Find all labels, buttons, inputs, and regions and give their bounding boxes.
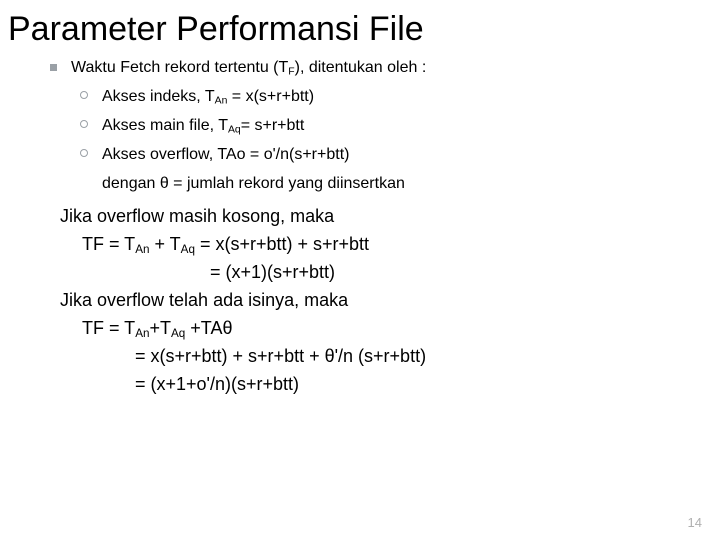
text-line: Jika overflow telah ada isinya, maka: [60, 287, 680, 315]
circle-bullet-icon: [80, 120, 88, 128]
text-span: + T: [149, 234, 180, 254]
text-span: = x(s+r+btt): [227, 88, 314, 105]
text-span: Akses indeks, T: [102, 88, 215, 105]
content-block-2: Jika overflow masih kosong, maka TF = TA…: [60, 203, 680, 399]
list-item: Akses overflow, TAo = o'/n(s+r+btt): [80, 144, 680, 166]
square-bullet-icon: [50, 64, 57, 71]
text-span: +TAθ: [185, 318, 232, 338]
text-span: = s+r+btt: [241, 117, 305, 134]
text-span: ), ditentukan oleh :: [295, 59, 427, 76]
text-line: Akses main file, TAq= s+r+btt: [102, 115, 304, 138]
subscript: Aq: [171, 327, 185, 340]
page-number: 14: [688, 515, 702, 530]
subscript: Aq: [228, 125, 241, 136]
equation-line: TF = TAn+TAq +TAθ: [60, 315, 680, 343]
text-span: TF = T: [82, 318, 135, 338]
circle-bullet-icon: [80, 91, 88, 99]
circle-bullet-icon: [80, 149, 88, 157]
text-span: +T: [149, 318, 171, 338]
subscript: Aq: [181, 243, 195, 256]
text-line: Waktu Fetch rekord tertentu (TF), ditent…: [71, 57, 426, 80]
subscript: An: [135, 327, 149, 340]
list-item: Akses main file, TAq= s+r+btt: [80, 115, 680, 138]
equation-line: TF = TAn + TAq = x(s+r+btt) + s+r+btt: [60, 231, 680, 259]
content-block-1: Waktu Fetch rekord tertentu (TF), ditent…: [50, 57, 680, 195]
equation-line: = x(s+r+btt) + s+r+btt + θ'/n (s+r+btt): [60, 343, 680, 371]
subscript: An: [215, 96, 228, 107]
slide-title: Parameter Performansi File: [0, 0, 720, 57]
text-line: Akses overflow, TAo = o'/n(s+r+btt): [102, 144, 349, 166]
text-line: dengan θ = jumlah rekord yang diinsertka…: [102, 173, 405, 195]
text-span: TF = T: [82, 234, 135, 254]
list-item: dengan θ = jumlah rekord yang diinsertka…: [80, 173, 680, 195]
equation-line: = (x+1)(s+r+btt): [60, 259, 680, 287]
equation-line: = (x+1+o'/n)(s+r+btt): [60, 371, 680, 399]
text-line: Jika overflow masih kosong, maka: [60, 203, 680, 231]
text-span: Waktu Fetch rekord tertentu (T: [71, 59, 288, 76]
text-span: = x(s+r+btt) + s+r+btt: [195, 234, 369, 254]
text-line: Akses indeks, TAn = x(s+r+btt): [102, 86, 314, 109]
text-span: Akses main file, T: [102, 117, 228, 134]
list-item: Akses indeks, TAn = x(s+r+btt): [80, 86, 680, 109]
list-item: Waktu Fetch rekord tertentu (TF), ditent…: [50, 57, 680, 80]
subscript: An: [135, 243, 149, 256]
